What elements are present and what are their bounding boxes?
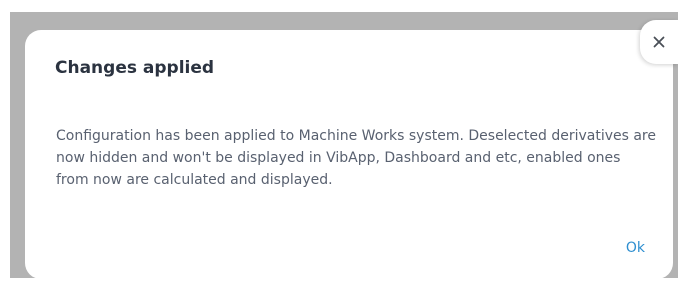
- dialog-title: Changes applied: [55, 58, 215, 78]
- changes-applied-dialog: Changes applied Configuration has been a…: [25, 30, 673, 279]
- close-icon: [653, 36, 665, 48]
- ok-button[interactable]: Ok: [626, 240, 645, 256]
- close-button[interactable]: [640, 20, 678, 64]
- dialog-message: Configuration has been applied to Machin…: [56, 128, 656, 188]
